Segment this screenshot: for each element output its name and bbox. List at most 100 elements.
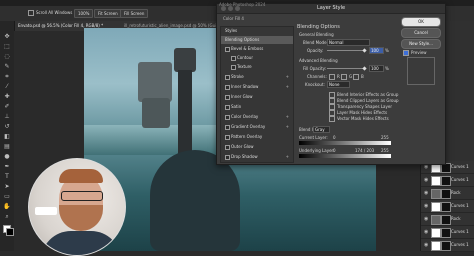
cancel-button[interactable]: Cancel [401, 28, 441, 38]
style-texture[interactable]: Texture [221, 63, 293, 71]
style-stroke[interactable]: Stroke + [221, 73, 293, 81]
underlying-layer-max: 255 [381, 148, 389, 153]
fill-opacity-unit: % [385, 66, 389, 71]
hand-tool-icon[interactable]: ✋ [3, 203, 11, 211]
path-select-tool-icon[interactable]: ➤ [3, 183, 11, 191]
guitar-body [150, 150, 240, 251]
channel-r-checkbox[interactable]: R [329, 74, 340, 80]
layer-mask-thumbnail [441, 189, 451, 199]
style-contour[interactable]: Contour [221, 54, 293, 62]
knockout-select[interactable]: None [327, 81, 350, 88]
opacity-unit: % [385, 48, 389, 53]
layer-row[interactable]: ◉ Curves 1 [421, 226, 474, 239]
blending-options-panel: Blending Options General Blending Blend … [295, 16, 399, 162]
general-blending-heading: General Blending [299, 32, 334, 37]
layer-mask-thumbnail [441, 228, 451, 238]
style-drop-shadow[interactable]: Drop Shadow + [221, 153, 293, 161]
style-bevel-emboss[interactable]: Bevel & Emboss [221, 45, 293, 53]
channel-g-checkbox[interactable]: G [341, 74, 352, 80]
style-blending-options[interactable]: Blending Options [221, 36, 293, 44]
layer-name: Curves 1 [451, 242, 469, 247]
underlying-layer-split: 174 / 203 [355, 148, 375, 153]
brush-tool-icon[interactable]: ✐ [3, 103, 11, 111]
blend-if-select[interactable]: Gray [313, 126, 330, 133]
dodge-tool-icon[interactable]: ● [3, 153, 11, 161]
quick-select-tool-icon[interactable]: ✎ [3, 63, 11, 71]
blend-mode-select[interactable]: Normal [327, 39, 370, 46]
opacity-slider[interactable] [327, 50, 365, 51]
opacity-input[interactable]: 100 [369, 47, 384, 54]
layer-name: Rock [451, 190, 461, 195]
shirt-logo [35, 207, 57, 215]
current-layer-label: Current Layer: [299, 135, 328, 140]
rock-formation-lower [142, 98, 170, 128]
new-style-button[interactable]: New Style... [401, 39, 441, 49]
guitar-headstock [174, 48, 196, 72]
eyedropper-tool-icon[interactable]: ⁄ [3, 83, 11, 91]
current-layer-max: 255 [381, 135, 389, 140]
eye-icon[interactable]: ◉ [424, 177, 428, 183]
fill-screen-button[interactable]: Fill Screen [120, 9, 149, 18]
marquee-tool-icon[interactable]: ⬚ [3, 43, 11, 51]
tools-panel: ✥ ⬚ ◌ ✎ ⌗ ⁄ ✚ ✐ ⊥ ↺ ◧ ▤ ● ✒ T ➤ ▭ ✋ ⌕ [0, 21, 15, 251]
current-layer-gradient[interactable] [299, 141, 391, 145]
underlying-layer-gradient[interactable] [299, 154, 391, 158]
gradient-tool-icon[interactable]: ▤ [3, 143, 11, 151]
eye-icon[interactable]: ◉ [424, 216, 428, 222]
eraser-tool-icon[interactable]: ◧ [3, 133, 11, 141]
fill-opacity-slider[interactable] [327, 68, 365, 69]
styles-header: Styles [225, 28, 238, 33]
eye-icon[interactable]: ◉ [424, 242, 428, 248]
underlying-layer-min: 0 [333, 148, 336, 153]
eye-icon[interactable]: ◉ [424, 203, 428, 209]
crop-tool-icon[interactable]: ⌗ [3, 73, 11, 81]
channel-b-checkbox[interactable]: B [353, 74, 364, 80]
layer-name: Curves 1 [451, 177, 469, 182]
fill-opacity-input[interactable]: 100 [369, 65, 384, 72]
layer-thumbnail [431, 228, 441, 238]
layer-mask-thumbnail [441, 241, 451, 251]
healing-tool-icon[interactable]: ✚ [3, 93, 11, 101]
style-inner-shadow[interactable]: Inner Shadow + [221, 83, 293, 91]
layer-row[interactable]: ◉ Curves 1 [421, 174, 474, 187]
webcam-overlay [28, 158, 126, 256]
zoom-tool-icon[interactable]: ⌕ [3, 213, 11, 221]
layer-row[interactable]: ◉ Curves 1 [421, 239, 474, 252]
opacity-slider-handle[interactable] [362, 48, 367, 53]
stamp-tool-icon[interactable]: ⊥ [3, 113, 11, 121]
style-outer-glow[interactable]: Outer Glow [221, 143, 293, 151]
knockout-label: Knockout: [305, 82, 325, 87]
app-window-title: Adobe Photoshop 2024 [219, 2, 266, 7]
style-pattern-overlay[interactable]: Pattern Overlay [221, 133, 293, 141]
opacity-label: Opacity: [307, 48, 324, 53]
presenter-beard [59, 205, 103, 231]
preview-checkbox[interactable]: Preview [403, 50, 427, 56]
history-brush-icon[interactable]: ↺ [3, 123, 11, 131]
scroll-all-windows-checkbox[interactable]: Scroll All Windows [28, 10, 72, 16]
fill-opacity-slider-handle[interactable] [362, 66, 367, 71]
channels-label: Channels: [307, 74, 327, 79]
style-inner-glow[interactable]: Inner Glow [221, 93, 293, 101]
background-color-swatch[interactable] [6, 228, 14, 236]
dialog-title: Layer Style [316, 5, 346, 11]
fit-screen-button[interactable]: Fit Screen [94, 9, 122, 18]
eye-icon[interactable]: ◉ [424, 229, 428, 235]
ok-button[interactable]: OK [401, 17, 441, 27]
zoom-percent-field[interactable]: 100% [74, 9, 94, 18]
style-gradient-overlay[interactable]: Gradient Overlay + [221, 123, 293, 131]
eye-icon[interactable]: ◉ [424, 190, 428, 196]
shape-tool-icon[interactable]: ▭ [3, 193, 11, 201]
style-satin[interactable]: Satin [221, 103, 293, 111]
current-layer-min: 0 [333, 135, 336, 140]
pen-tool-icon[interactable]: ✒ [3, 163, 11, 171]
layer-row[interactable]: ◉ Rock [421, 213, 474, 226]
vector-mask-hides-checkbox[interactable]: Vector Mask Hides Effects [329, 116, 389, 122]
layer-row[interactable]: ◉ Curves 1 [421, 200, 474, 213]
move-tool-icon[interactable]: ✥ [3, 33, 11, 41]
blending-options-heading: Blending Options [297, 24, 340, 30]
style-color-overlay[interactable]: Color Overlay + [221, 113, 293, 121]
lasso-tool-icon[interactable]: ◌ [3, 53, 11, 61]
type-tool-icon[interactable]: T [3, 173, 11, 181]
layer-row[interactable]: ◉ Rock [421, 187, 474, 200]
layer-mask-thumbnail [441, 176, 451, 186]
